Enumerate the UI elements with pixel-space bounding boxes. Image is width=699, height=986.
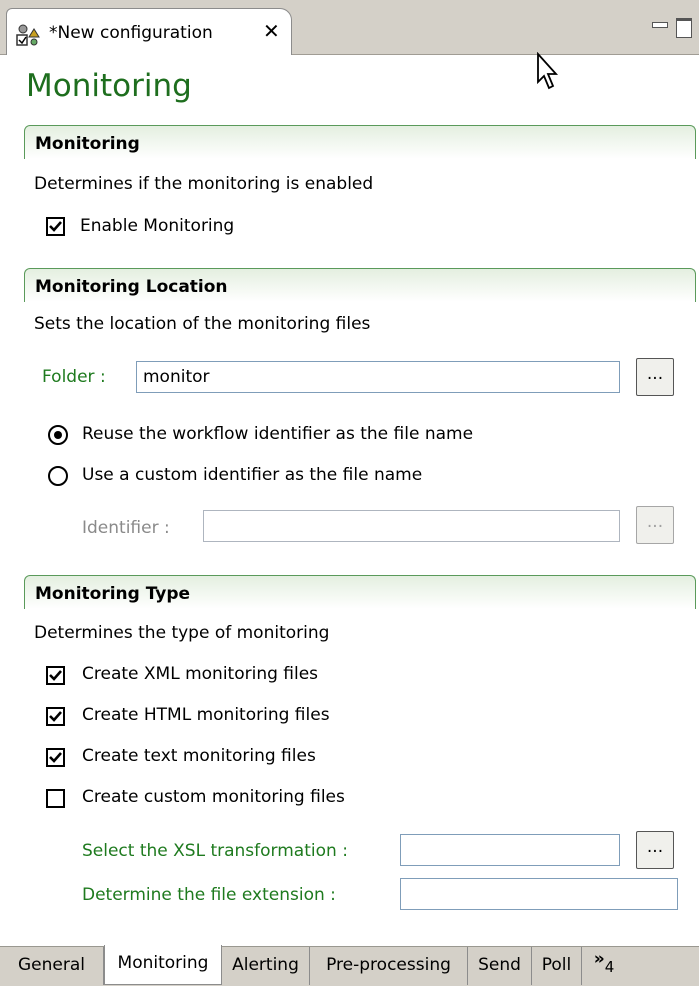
- folder-label: Folder :: [42, 367, 106, 387]
- xsl-browse-button[interactable]: ...: [636, 831, 674, 869]
- html-files-checkbox[interactable]: [46, 707, 65, 726]
- section-title: Monitoring: [35, 134, 140, 154]
- section-description: Determines if the monitoring is enabled: [34, 174, 374, 194]
- identifier-browse-button[interactable]: ...: [636, 506, 674, 544]
- xml-files-label[interactable]: Create XML monitoring files: [82, 664, 318, 684]
- section-title: Monitoring Type: [35, 584, 191, 604]
- minimize-icon[interactable]: [652, 22, 668, 28]
- custom-files-label[interactable]: Create custom monitoring files: [82, 787, 345, 807]
- tab-alerting[interactable]: Alerting: [222, 947, 310, 985]
- custom-files-checkbox[interactable]: [46, 789, 65, 808]
- custom-identifier-label[interactable]: Use a custom identifier as the file name: [82, 465, 422, 485]
- section-type-header[interactable]: Monitoring Type: [24, 575, 696, 609]
- section-location-header[interactable]: Monitoring Location: [24, 268, 696, 302]
- editor-tab-title: *New configuration: [49, 23, 213, 43]
- folder-browse-button[interactable]: ...: [636, 358, 674, 396]
- section-title: Monitoring Location: [35, 277, 228, 297]
- maximize-icon[interactable]: [676, 18, 692, 38]
- identifier-label: Identifier :: [82, 518, 170, 538]
- overflow-count: 4: [604, 958, 615, 976]
- mouse-pointer-icon: [537, 52, 559, 90]
- enable-monitoring-label[interactable]: Enable Monitoring: [80, 216, 234, 236]
- page-tab-bar: General Monitoring Alerting Pre-processi…: [0, 945, 699, 986]
- radio-selected-dot: [54, 431, 62, 439]
- section-description: Determines the type of monitoring: [34, 623, 330, 643]
- file-extension-label: Determine the file extension :: [82, 885, 336, 905]
- configuration-icon: [15, 23, 41, 47]
- tab-monitoring[interactable]: Monitoring: [104, 945, 222, 985]
- xsl-transformation-label: Select the XSL transformation :: [82, 841, 348, 861]
- chevron-right-icon: »: [593, 949, 605, 969]
- reuse-identifier-radio[interactable]: [48, 425, 68, 445]
- page-title: Monitoring: [26, 68, 192, 104]
- editor-title-bar: *New configuration ✕: [0, 0, 699, 55]
- html-files-label[interactable]: Create HTML monitoring files: [82, 705, 330, 725]
- xsl-transformation-input[interactable]: [400, 834, 620, 866]
- tab-poll[interactable]: Poll: [532, 947, 582, 985]
- tab-pre-processing[interactable]: Pre-processing: [310, 947, 468, 985]
- tab-general[interactable]: General: [0, 947, 104, 985]
- enable-monitoring-checkbox[interactable]: [46, 217, 65, 236]
- identifier-input[interactable]: [203, 510, 620, 542]
- reuse-identifier-label[interactable]: Reuse the workflow identifier as the fil…: [82, 424, 473, 444]
- xml-files-checkbox[interactable]: [46, 666, 65, 685]
- editor-tab[interactable]: *New configuration ✕: [6, 8, 292, 55]
- tab-send[interactable]: Send: [468, 947, 532, 985]
- file-extension-input[interactable]: [400, 878, 678, 910]
- close-icon[interactable]: ✕: [263, 19, 280, 43]
- text-files-checkbox[interactable]: [46, 748, 65, 767]
- section-description: Sets the location of the monitoring file…: [34, 314, 371, 334]
- custom-identifier-radio[interactable]: [48, 466, 68, 486]
- tab-overflow[interactable]: »4: [582, 947, 626, 985]
- folder-input[interactable]: [136, 361, 620, 393]
- text-files-label[interactable]: Create text monitoring files: [82, 746, 316, 766]
- section-monitoring-header[interactable]: Monitoring: [24, 125, 696, 159]
